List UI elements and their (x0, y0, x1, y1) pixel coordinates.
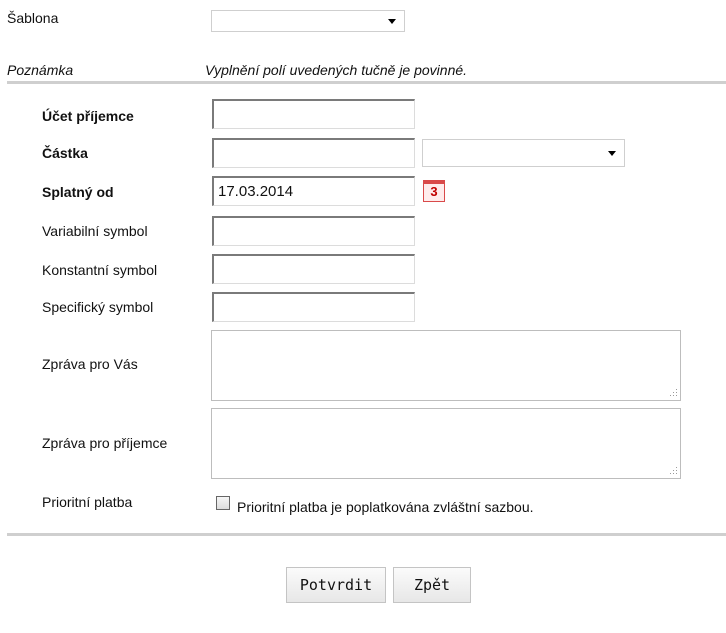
recipient-account-label: Účet příjemce (42, 108, 134, 124)
message-for-you-textarea[interactable] (211, 330, 681, 401)
confirm-button[interactable]: Potvrdit (286, 567, 386, 603)
priority-label: Prioritní platba (42, 494, 133, 510)
due-from-label: Splatný od (42, 184, 114, 200)
chevron-down-icon (608, 151, 616, 156)
calendar-icon[interactable]: 3 (423, 180, 445, 202)
chevron-down-icon (388, 19, 396, 24)
resize-grip-icon[interactable] (669, 466, 677, 474)
message-for-you-label: Zpráva pro Vás (42, 356, 138, 372)
template-label: Šablona (7, 10, 59, 26)
recipient-account-input[interactable] (212, 99, 415, 129)
section-divider-bottom (7, 533, 726, 536)
template-select[interactable] (211, 10, 405, 32)
due-from-input[interactable] (212, 176, 415, 206)
note-text: Vyplnění polí uvedených tučně je povinné… (205, 62, 468, 78)
specific-symbol-label: Specifický symbol (42, 299, 154, 315)
priority-checkbox[interactable] (216, 496, 230, 510)
variable-symbol-label: Variabilní symbol (42, 223, 148, 239)
amount-label: Částka (42, 145, 88, 161)
constant-symbol-input[interactable] (212, 254, 415, 284)
section-divider-top (7, 81, 726, 84)
message-for-recipient-textarea[interactable] (211, 408, 681, 479)
resize-grip-icon[interactable] (669, 388, 677, 396)
constant-symbol-label: Konstantní symbol (42, 262, 158, 278)
message-for-recipient-label: Zpráva pro příjemce (42, 435, 168, 451)
priority-checkbox-text[interactable]: Prioritní platba je poplatkována zvláštn… (237, 499, 534, 515)
note-label: Poznámka (7, 62, 74, 78)
specific-symbol-input[interactable] (212, 292, 415, 322)
variable-symbol-input[interactable] (212, 216, 415, 246)
currency-select[interactable] (422, 139, 625, 167)
amount-input[interactable] (212, 138, 415, 168)
back-button[interactable]: Zpět (393, 567, 471, 603)
